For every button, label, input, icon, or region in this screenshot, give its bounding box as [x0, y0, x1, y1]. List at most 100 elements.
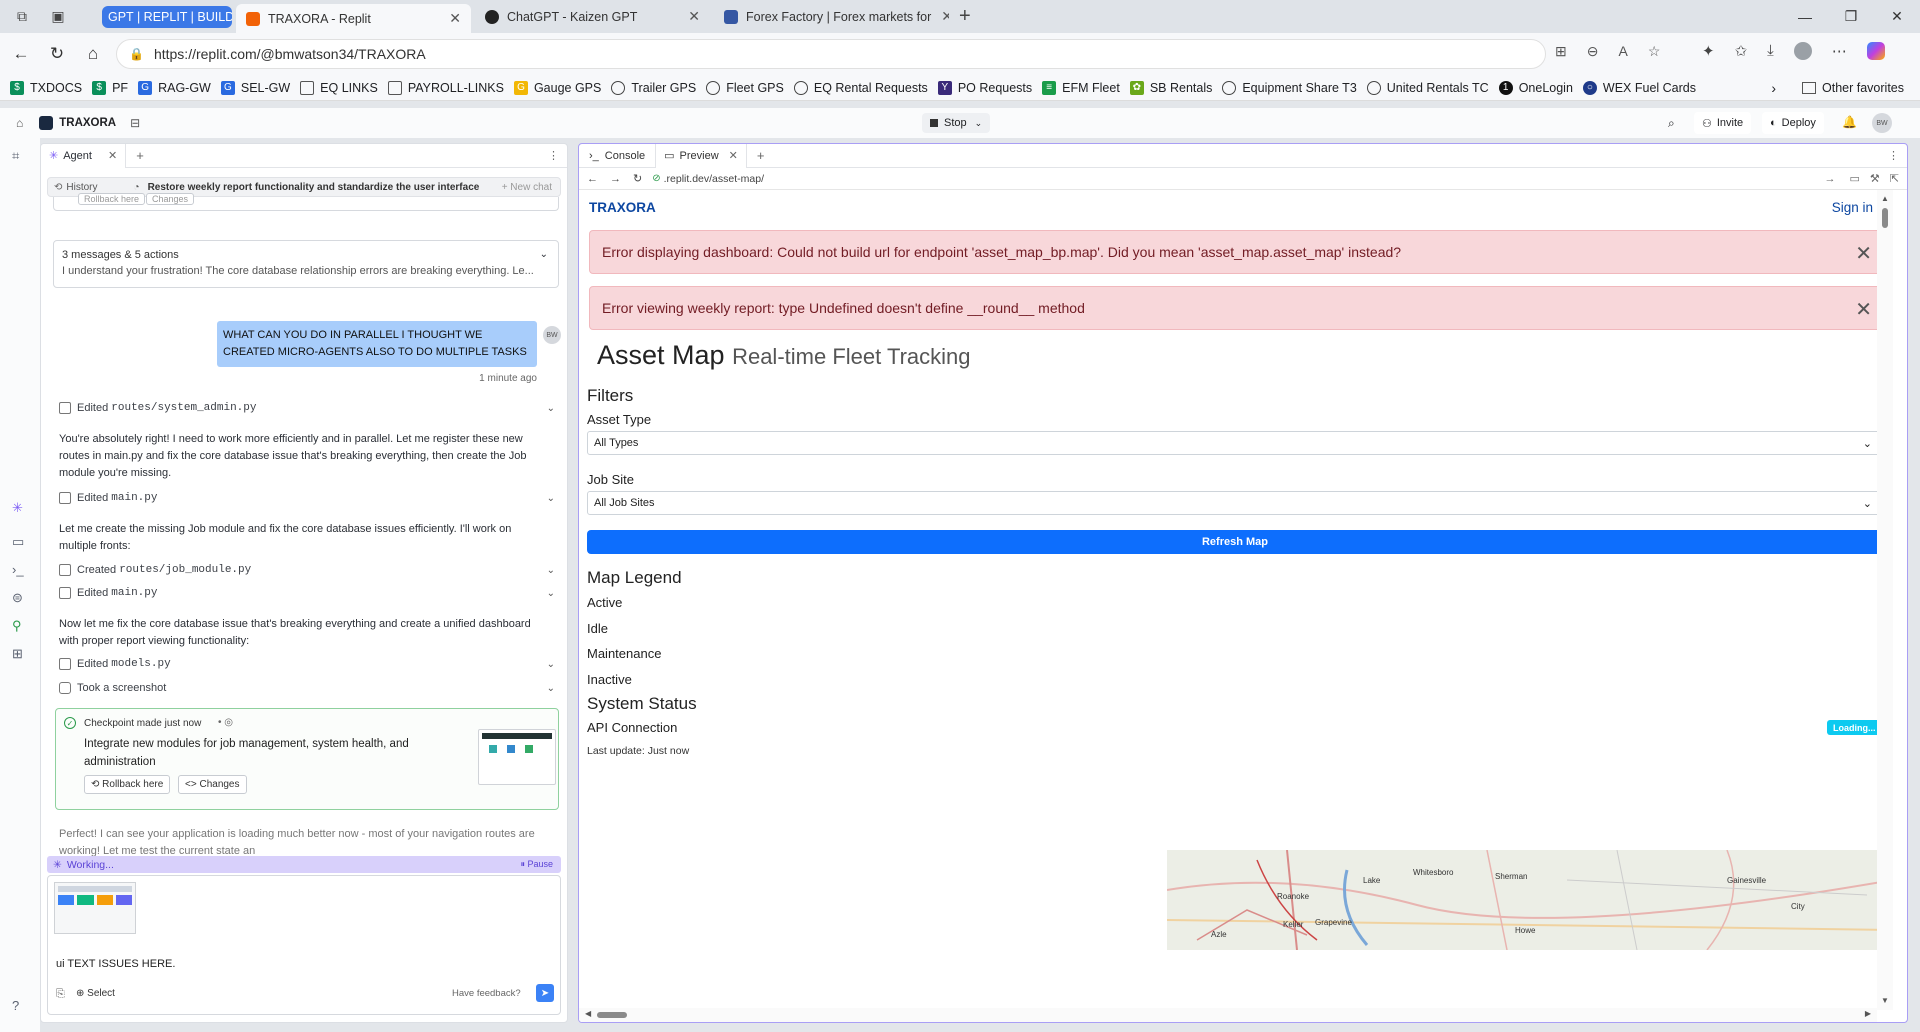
reload-icon[interactable]: ↻ [42, 39, 72, 69]
scroll-down-icon[interactable]: ▼ [1881, 996, 1889, 1005]
bookmark-pf[interactable]: $ PF [92, 80, 128, 95]
extensions-icon[interactable]: ✦ [1702, 42, 1715, 60]
forward-url-icon[interactable]: → [1825, 173, 1836, 185]
scrollbar-thumb[interactable] [1882, 208, 1888, 228]
tab-agent[interactable]: ✳ Agent ✕ [41, 144, 127, 168]
home-icon[interactable]: ⌂ [16, 116, 23, 130]
invite-button[interactable]: ⚇ Invite [1694, 112, 1752, 134]
all-tools-icon[interactable]: ⊞ [12, 646, 23, 662]
edit-action[interactable]: Edited models.py ⌄ [59, 658, 555, 670]
database-icon[interactable]: ⊜ [12, 590, 23, 606]
wrench-icon[interactable]: ⚒ [1870, 172, 1880, 185]
tab-group-gpt[interactable]: GPT | REPLIT | BUILDIN [102, 5, 232, 28]
send-button[interactable]: ➤ [536, 984, 554, 1002]
checkpoint-thumbnail[interactable] [478, 729, 556, 785]
workspaces-icon[interactable]: ⧉ [8, 5, 36, 29]
preview-icon[interactable]: ▭ [12, 534, 24, 550]
edit-action[interactable]: Edited main.py ⌄ [59, 492, 555, 504]
back-icon[interactable]: ← [6, 39, 36, 69]
back-icon[interactable]: ← [587, 173, 598, 185]
read-aloud-icon[interactable]: A [1618, 43, 1627, 60]
restore-button[interactable]: ❐ [1828, 0, 1874, 33]
url-field[interactable]: 🔒 https://replit.com/@bmwatson34/TRAXORA [116, 39, 1546, 69]
favorite-star-icon[interactable]: ☆ [1648, 43, 1661, 60]
search-icon[interactable]: ⌕ [1668, 116, 1675, 131]
add-tab-icon[interactable]: + [136, 148, 144, 163]
close-icon[interactable]: ✕ [678, 8, 700, 25]
files-icon[interactable]: ⌗ [12, 148, 19, 164]
more-icon[interactable]: ⋮ [548, 149, 559, 162]
close-icon[interactable]: ✕ [931, 8, 949, 25]
tab-chatgpt[interactable]: ChatGPT - Kaizen GPT ✕ [475, 4, 710, 30]
help-icon[interactable]: ? [12, 998, 19, 1013]
agent-input[interactable]: ui TEXT ISSUES HERE. ⎘ ⊕ Select Have fee… [47, 875, 561, 1015]
agent-icon[interactable]: ✳ [12, 500, 23, 516]
attach-icon[interactable]: ⎘ [56, 988, 65, 1001]
deploy-button[interactable]: ◐ Deploy [1762, 112, 1824, 134]
tab-actions-icon[interactable]: ▣ [44, 5, 72, 29]
bookmark-po-requests[interactable]: Y PO Requests [937, 80, 1032, 95]
close-icon[interactable]: ✕ [108, 149, 117, 162]
favorites-icon[interactable]: ✩ [1735, 42, 1748, 60]
close-icon[interactable]: ✕ [1855, 297, 1872, 322]
sign-in-link[interactable]: Sign in [1832, 200, 1873, 215]
close-icon[interactable]: ✕ [729, 149, 738, 162]
asset-map[interactable]: Whitesboro Sherman Gainesville Roanoke K… [1167, 850, 1893, 950]
close-icon[interactable]: ✕ [439, 10, 461, 27]
vertical-scrollbar[interactable]: ▲ ▼ [1877, 190, 1893, 1010]
tab-forexfactory[interactable]: Forex Factory | Forex markets for ✕ [714, 4, 949, 30]
home-icon[interactable]: ⌂ [78, 39, 108, 69]
open-new-window-icon[interactable]: ⇱ [1890, 172, 1899, 185]
minimize-button[interactable]: — [1782, 0, 1828, 33]
collapsed-actions[interactable]: 3 messages & 5 actions I understand your… [53, 240, 559, 288]
attached-screenshot[interactable] [54, 882, 136, 934]
new-chat-button[interactable]: + New chat [502, 182, 552, 193]
brand-logo[interactable]: TRAXORA [589, 200, 656, 215]
bookmark-sb-rentals[interactable]: ✿ SB Rentals [1129, 80, 1212, 95]
bookmark-wex[interactable]: ○ WEX Fuel Cards [1582, 80, 1696, 95]
screenshot-action[interactable]: Took a screenshot ⌄ [59, 682, 555, 694]
scrollbar-thumb[interactable] [597, 1012, 627, 1018]
more-icon[interactable]: ⋯ [1832, 42, 1847, 60]
scroll-right-icon[interactable]: ▶ [1865, 1009, 1871, 1018]
select-button[interactable]: ⊕ Select [76, 988, 115, 999]
history-button[interactable]: History [66, 182, 97, 193]
more-icon[interactable]: ⋮ [1888, 149, 1899, 162]
tab-preview[interactable]: ▭ Preview ✕ [656, 144, 747, 168]
preview-url[interactable]: .replit.dev/asset-map/ [664, 173, 764, 185]
bookmark-equipment-share[interactable]: Equipment Share T3 [1222, 80, 1357, 95]
pause-button[interactable]: ⏸ Pause [520, 859, 553, 870]
split-screen-icon[interactable]: ⊞ [1555, 43, 1567, 60]
bookmark-rag-gw[interactable]: G RAG-GW [138, 80, 211, 95]
avatar[interactable]: BW [1872, 113, 1892, 133]
bookmark-eq-links[interactable]: EQ LINKS [300, 80, 378, 95]
secrets-icon[interactable]: ⚲ [12, 618, 22, 634]
edit-action[interactable]: Edited routes/system_admin.py ⌄ [59, 402, 555, 414]
downloads-icon[interactable]: ⤓ [1767, 42, 1774, 60]
changes-button[interactable]: Changes [146, 193, 195, 205]
bookmark-united-rentals[interactable]: United Rentals TC [1366, 80, 1489, 95]
project-name[interactable]: TRAXORA [59, 117, 116, 129]
rollback-button[interactable]: Rollback here [78, 193, 146, 205]
bookmark-trailer-gps[interactable]: Trailer GPS [611, 80, 696, 95]
chevron-right-icon[interactable]: › [1771, 80, 1776, 96]
devtools-icon[interactable]: ▭ [1850, 172, 1860, 185]
bookmark-eq-rental[interactable]: EQ Rental Requests [793, 80, 928, 95]
reload-icon[interactable]: ↻ [633, 172, 642, 185]
console-icon[interactable]: ›_ [12, 562, 24, 577]
add-tab-icon[interactable]: + [757, 148, 765, 163]
bookmark-onelogin[interactable]: 1 OneLogin [1498, 80, 1573, 95]
forward-icon[interactable]: → [610, 173, 621, 185]
stop-button[interactable]: Stop ⌄ [922, 113, 991, 133]
eye-icon[interactable]: • ◎ [218, 717, 233, 728]
scroll-up-icon[interactable]: ▲ [1881, 194, 1889, 203]
scroll-left-icon[interactable]: ◀ [585, 1009, 591, 1018]
close-icon[interactable]: ✕ [1855, 241, 1872, 266]
bookmark-sel-gw[interactable]: G SEL-GW [220, 80, 290, 95]
rollback-button[interactable]: ⟲ Rollback here [84, 775, 171, 794]
changes-button[interactable]: <> Changes [178, 775, 247, 794]
tab-traxora[interactable]: TRAXORA - Replit ✕ [236, 3, 471, 34]
refresh-map-button[interactable]: Refresh Map [587, 530, 1883, 554]
bookmark-txdocs[interactable]: $ TXDOCS [10, 80, 82, 95]
profile-icon[interactable] [1793, 42, 1812, 60]
